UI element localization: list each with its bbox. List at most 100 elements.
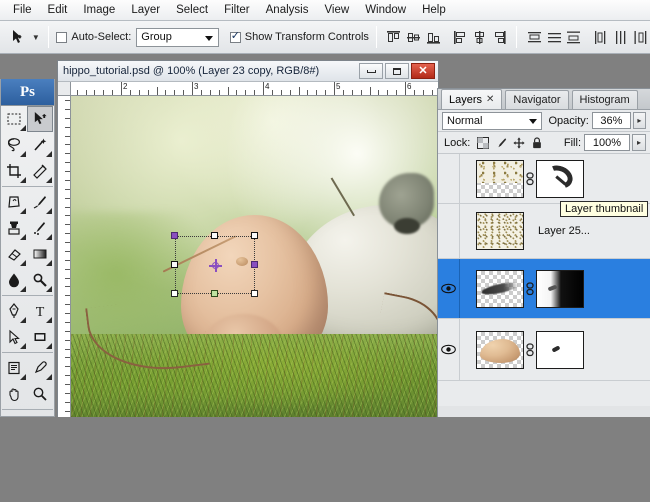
align-right-edges-button[interactable]: [491, 27, 509, 47]
transform-reference-point-icon[interactable]: [209, 259, 222, 272]
type-tool-icon[interactable]: T: [27, 298, 53, 324]
tool-preset-chevron-down-icon[interactable]: ▼: [30, 26, 41, 48]
transform-handle-middle-right[interactable]: [251, 261, 258, 268]
opacity-slider-button[interactable]: ▸: [632, 112, 646, 129]
crop-tool-icon[interactable]: [1, 158, 27, 184]
gradient-tool-icon[interactable]: [27, 241, 53, 267]
transform-handle-middle-left[interactable]: [171, 261, 178, 268]
horizontal-ruler[interactable]: 2 3 4 5 6: [58, 82, 438, 96]
path-selection-tool-icon[interactable]: [1, 324, 27, 350]
layer-mask-thumbnail[interactable]: [536, 159, 584, 198]
menu-item-filter[interactable]: Filter: [216, 1, 258, 19]
close-icon[interactable]: ✕: [486, 94, 494, 105]
zoom-tool-icon[interactable]: [27, 381, 53, 407]
distribute-right-edges-button[interactable]: [631, 27, 649, 47]
layer-thumbnail[interactable]: [476, 212, 524, 250]
menu-item-view[interactable]: View: [316, 1, 357, 19]
table-row[interactable]: [438, 259, 650, 319]
layer-visibility-toggle[interactable]: [438, 204, 460, 258]
move-tool-icon-toolbox[interactable]: [27, 106, 53, 132]
transform-handle-bottom-center[interactable]: [211, 290, 218, 297]
eraser-tool-icon[interactable]: [1, 241, 27, 267]
align-top-edges-button[interactable]: [385, 27, 403, 47]
distribute-top-edges-button[interactable]: [525, 27, 543, 47]
menu-item-analysis[interactable]: Analysis: [258, 1, 317, 19]
tab-navigator[interactable]: Navigator: [505, 90, 569, 109]
menu-item-help[interactable]: Help: [414, 1, 454, 19]
distribute-horizontal-centers-button[interactable]: [612, 27, 630, 47]
menu-item-layer[interactable]: Layer: [123, 1, 168, 19]
menu-item-select[interactable]: Select: [168, 1, 216, 19]
transform-handle-top-center[interactable]: [211, 232, 218, 239]
lock-position-icon[interactable]: [513, 136, 525, 149]
blend-mode-dropdown[interactable]: Normal: [442, 111, 543, 130]
distribute-vertical-centers-button[interactable]: [545, 27, 563, 47]
align-vertical-centers-button[interactable]: [405, 27, 423, 47]
brush-tool-icon[interactable]: [27, 189, 53, 215]
layer-thumbnail[interactable]: [476, 269, 524, 308]
clone-stamp-tool-icon[interactable]: [1, 215, 27, 241]
layer-visibility-toggle[interactable]: [438, 259, 460, 318]
opacity-input[interactable]: 36%: [591, 112, 631, 129]
notes-tool-icon[interactable]: [1, 355, 27, 381]
layer-link-icon[interactable]: [524, 281, 536, 296]
layer-mask-thumbnail[interactable]: [536, 269, 584, 308]
layer-link-icon[interactable]: [524, 171, 536, 186]
auto-select-checkbox[interactable]: [56, 31, 68, 43]
layer-visibility-toggle[interactable]: [438, 154, 460, 203]
minimize-button[interactable]: [359, 63, 383, 79]
transform-handle-bottom-right[interactable]: [251, 290, 258, 297]
layer-link-icon[interactable]: [524, 342, 536, 357]
menu-item-window[interactable]: Window: [357, 1, 414, 19]
menu-item-edit[interactable]: Edit: [40, 1, 76, 19]
layer-thumbnail[interactable]: [476, 330, 524, 369]
slice-tool-icon[interactable]: [27, 158, 53, 184]
lasso-tool-icon[interactable]: [1, 132, 27, 158]
distribute-bottom-edges-button[interactable]: [565, 27, 583, 47]
fill-input[interactable]: 100%: [584, 134, 630, 151]
layers-list[interactable]: Layer 25... Layer thumbnail: [438, 154, 650, 408]
tab-histogram[interactable]: Histogram: [571, 90, 638, 109]
vertical-ruler[interactable]: [58, 96, 71, 417]
eyedropper-tool-icon[interactable]: [27, 355, 53, 381]
layer-name-label[interactable]: Layer 25...: [538, 225, 590, 237]
lock-all-icon[interactable]: [531, 136, 543, 149]
patch-healing-tool-icon[interactable]: [1, 189, 27, 215]
close-button[interactable]: ✕: [411, 63, 435, 79]
show-transform-controls-checkbox[interactable]: [229, 30, 241, 43]
transform-handle-top-left[interactable]: [171, 232, 178, 239]
transform-handle-bottom-left[interactable]: [171, 290, 178, 297]
tab-layers[interactable]: Layers ✕: [441, 89, 503, 109]
auto-select-scope-dropdown[interactable]: Group: [136, 27, 219, 47]
layer-mask-thumbnail[interactable]: [536, 330, 584, 369]
table-row[interactable]: [438, 154, 650, 204]
dodge-tool-icon[interactable]: [27, 267, 53, 293]
history-brush-tool-icon[interactable]: [27, 215, 53, 241]
layer-thumbnail[interactable]: [476, 159, 524, 198]
image-canvas[interactable]: [71, 96, 438, 417]
menu-item-file[interactable]: File: [5, 1, 40, 19]
transform-handle-top-right[interactable]: [251, 232, 258, 239]
maximize-button[interactable]: [385, 63, 409, 79]
blur-tool-icon[interactable]: [1, 267, 27, 293]
table-row[interactable]: [438, 319, 650, 381]
align-horizontal-centers-button[interactable]: [471, 27, 489, 47]
rectangle-shape-tool-icon[interactable]: [27, 324, 53, 350]
magic-wand-tool-icon[interactable]: [27, 132, 53, 158]
pen-tool-icon[interactable]: [1, 298, 27, 324]
align-bottom-edges-button[interactable]: [424, 27, 442, 47]
menu-item-image[interactable]: Image: [75, 1, 123, 19]
ruler-vertical-tick: [65, 198, 70, 199]
free-transform-bounding-box[interactable]: [171, 232, 258, 297]
move-tool-icon[interactable]: [6, 25, 30, 49]
rectangular-marquee-tool-icon[interactable]: [1, 106, 27, 132]
distribute-left-edges-button[interactable]: [592, 27, 610, 47]
fill-slider-button[interactable]: ▸: [632, 134, 646, 151]
lock-image-pixels-icon[interactable]: [495, 137, 507, 149]
lock-transparent-pixels-icon[interactable]: [477, 136, 490, 149]
align-left-edges-button[interactable]: [451, 27, 469, 47]
layer-visibility-toggle[interactable]: [438, 319, 460, 380]
ruler-corner[interactable]: [58, 82, 71, 96]
document-title-bar[interactable]: hippo_tutorial.psd @ 100% (Layer 23 copy…: [58, 61, 438, 82]
hand-tool-icon[interactable]: [1, 381, 27, 407]
